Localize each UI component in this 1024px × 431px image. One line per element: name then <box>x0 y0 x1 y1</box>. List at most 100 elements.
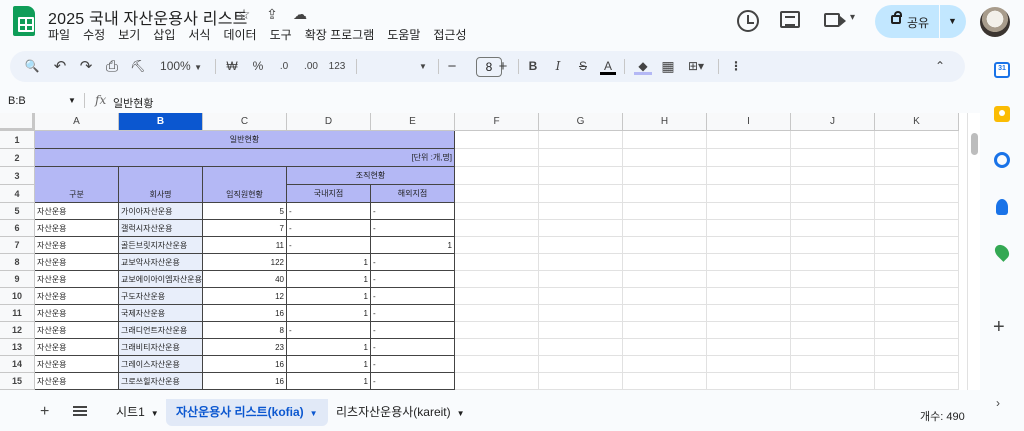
meet-caret-icon[interactable]: ▾ <box>850 12 855 23</box>
table-cell-e[interactable]: - <box>371 220 455 237</box>
table-cell-b[interactable]: 그로쓰힐자산운용 <box>119 373 203 390</box>
grid-cell[interactable] <box>875 167 959 185</box>
grid-cell[interactable] <box>455 305 539 322</box>
menu-data[interactable]: 데이터 <box>223 26 256 43</box>
grid-cell[interactable] <box>455 254 539 271</box>
sheet-tab-caret-icon[interactable]: ▼ <box>151 409 159 418</box>
table-cell-d[interactable]: 1 <box>287 356 371 373</box>
grid-cell[interactable] <box>707 254 791 271</box>
grid-cell[interactable] <box>875 185 959 203</box>
grid-cell[interactable] <box>623 254 707 271</box>
search-menu-icon[interactable]: 🔍 <box>24 58 40 75</box>
grid-cell[interactable] <box>707 203 791 220</box>
table-cell-d[interactable]: 1 <box>287 288 371 305</box>
grid-cell[interactable] <box>623 149 707 167</box>
table-cell-c[interactable]: 12 <box>203 288 287 305</box>
table-cell-e[interactable]: - <box>371 322 455 339</box>
row-header-12[interactable]: 12 <box>0 322 35 339</box>
star-icon[interactable]: ☆ <box>234 6 254 23</box>
header-col-a[interactable]: 구분 <box>35 167 119 203</box>
percent-format-button[interactable]: % <box>250 58 266 75</box>
unit-label[interactable]: [단위 :개,명] <box>35 149 455 167</box>
sheet-tab-1[interactable]: 시트1 ▼ <box>106 399 169 426</box>
fill-color-icon[interactable]: ◆ <box>634 58 652 75</box>
grid-cell[interactable] <box>707 322 791 339</box>
table-cell-c[interactable]: 8 <box>203 322 287 339</box>
contacts-icon[interactable] <box>996 199 1008 215</box>
grid-cell[interactable] <box>707 271 791 288</box>
table-cell-c[interactable]: 16 <box>203 356 287 373</box>
grid-cell[interactable] <box>707 373 791 390</box>
name-box[interactable]: B:B <box>8 95 26 107</box>
grid-cell[interactable] <box>791 237 875 254</box>
grid-cell[interactable] <box>875 271 959 288</box>
grid-cell[interactable] <box>539 131 623 149</box>
grid-cell[interactable] <box>539 167 623 185</box>
table-cell-a[interactable]: 자산운용 <box>35 339 119 356</box>
grid-cell[interactable] <box>455 220 539 237</box>
tasks-icon[interactable] <box>994 152 1010 168</box>
grid-cell[interactable] <box>875 305 959 322</box>
collapse-toolbar-icon[interactable]: ⌃ <box>932 58 948 75</box>
table-cell-b[interactable]: 갤럭시자산운용 <box>119 220 203 237</box>
row-header-8[interactable]: 8 <box>0 254 35 271</box>
menu-tools[interactable]: 도구 <box>270 26 292 43</box>
text-color-button[interactable]: A <box>600 58 616 75</box>
grid-cell[interactable] <box>455 271 539 288</box>
select-all-corner[interactable] <box>0 113 35 131</box>
grid-cell[interactable] <box>455 149 539 167</box>
grid-cell[interactable] <box>455 237 539 254</box>
row-header-9[interactable]: 9 <box>0 271 35 288</box>
zoom-select[interactable]: 100% ▼ <box>157 58 205 75</box>
header-domestic[interactable]: 국내지점 <box>287 185 371 203</box>
grid-cell[interactable] <box>707 167 791 185</box>
menu-view[interactable]: 보기 <box>118 26 140 43</box>
grid-cell[interactable] <box>539 356 623 373</box>
scrollbar-thumb[interactable] <box>971 133 978 155</box>
row-header-7[interactable]: 7 <box>0 237 35 254</box>
name-box-caret-icon[interactable]: ▼ <box>68 96 76 105</box>
grid-cell[interactable] <box>539 305 623 322</box>
grid-cell[interactable] <box>623 305 707 322</box>
column-header-e[interactable]: E <box>371 113 455 131</box>
vertical-scrollbar[interactable] <box>967 113 980 390</box>
calendar-icon[interactable] <box>994 62 1010 78</box>
undo-icon[interactable]: ↶ <box>52 58 68 75</box>
grid-cell[interactable] <box>791 254 875 271</box>
column-header-i[interactable]: I <box>707 113 791 131</box>
grid-cell[interactable] <box>623 288 707 305</box>
more-formats-button[interactable]: 123 <box>326 58 348 75</box>
grid-cell[interactable] <box>707 339 791 356</box>
grid-cell[interactable] <box>707 356 791 373</box>
grid-cell[interactable] <box>707 131 791 149</box>
row-header-4[interactable]: 4 <box>0 185 35 203</box>
account-avatar[interactable] <box>980 7 1010 37</box>
sheet-tab-caret-icon[interactable]: ▼ <box>457 409 465 418</box>
table-cell-a[interactable]: 자산운용 <box>35 203 119 220</box>
grid-cell[interactable] <box>791 203 875 220</box>
table-cell-d[interactable]: - <box>287 220 371 237</box>
menu-format[interactable]: 서식 <box>188 26 210 43</box>
table-cell-b[interactable]: 국제자산운용 <box>119 305 203 322</box>
italic-button[interactable]: I <box>550 58 566 75</box>
print-icon[interactable]: ⎙ <box>104 58 120 75</box>
grid-cell[interactable] <box>875 373 959 390</box>
menu-help[interactable]: 도움말 <box>387 26 420 43</box>
header-col-c[interactable]: 임직원현황 <box>203 167 287 203</box>
grid-cell[interactable] <box>791 131 875 149</box>
share-caret-icon[interactable]: ▼ <box>948 16 957 26</box>
grid-cell[interactable] <box>455 322 539 339</box>
row-header-11[interactable]: 11 <box>0 305 35 322</box>
count-summary[interactable]: 개수: 490 <box>920 408 965 424</box>
table-cell-c[interactable]: 7 <box>203 220 287 237</box>
row-header-13[interactable]: 13 <box>0 339 35 356</box>
table-cell-b[interactable]: 골든브릿지자산운용 <box>119 237 203 254</box>
table-cell-e[interactable]: - <box>371 203 455 220</box>
version-history-icon[interactable] <box>737 10 759 32</box>
increase-decimal-button[interactable]: .00 <box>300 58 322 75</box>
table-cell-b[interactable]: 교보악사자산운용 <box>119 254 203 271</box>
cloud-status-icon[interactable]: ☁ <box>290 6 310 23</box>
grid-cell[interactable] <box>791 339 875 356</box>
table-cell-a[interactable]: 자산운용 <box>35 271 119 288</box>
move-folder-icon[interactable]: ⇪ <box>262 6 282 23</box>
